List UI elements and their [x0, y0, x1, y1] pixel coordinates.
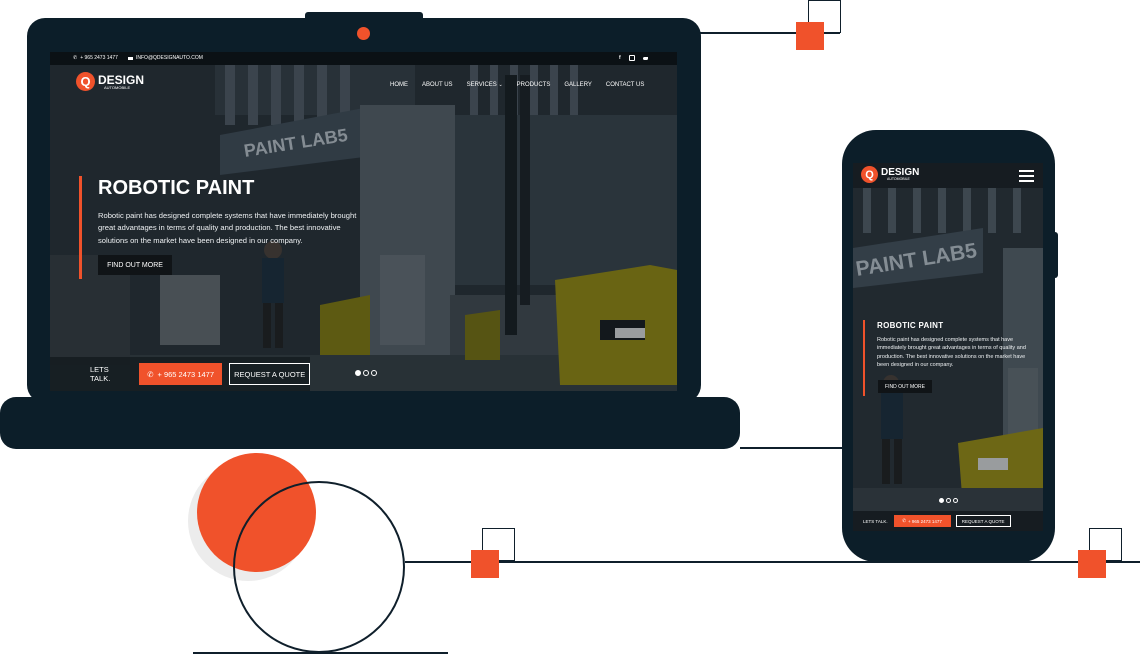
nav-products[interactable]: PRODUCTS: [517, 82, 551, 88]
mail-icon: [128, 56, 133, 60]
nav-gallery[interactable]: GALLERY: [564, 82, 592, 88]
phone-logo-subtitle: AUTOMOBILE: [887, 176, 910, 181]
phone-hero-description: Robotic paint has designed complete syst…: [877, 337, 1026, 368]
orange-square-bottom-right: [1078, 550, 1106, 578]
connector-line-middle: [740, 447, 843, 449]
logo-name: DESIGN: [98, 72, 145, 87]
outline-circle: [233, 481, 405, 653]
phone-icon: ✆: [902, 518, 907, 523]
instagram-icon[interactable]: [628, 55, 635, 61]
slider-dots: [355, 370, 377, 376]
chevron-down-icon: ⌄: [498, 82, 503, 88]
phone-site-logo[interactable]: Q DESIGN AUTOMOBILE: [861, 166, 919, 183]
lets-talk-label: LETS TALK.: [90, 365, 111, 383]
orange-square-top: [796, 22, 824, 50]
main-nav: HOME ABOUT US SERVICES ⌄ PRODUCTS GALLER…: [390, 82, 644, 88]
phone-slider-dots: [939, 498, 958, 503]
phone-icon: ✆: [73, 55, 78, 61]
phone-icon: ✆: [147, 369, 154, 379]
find-out-more-button[interactable]: FIND OUT MORE: [98, 255, 172, 275]
slider-dot-3[interactable]: [371, 370, 377, 376]
hero-title: ROBOTIC PAINT: [98, 177, 255, 199]
orange-square-bottom-left: [471, 550, 499, 578]
phone-find-out-more-button[interactable]: FIND OUT MORE: [878, 380, 932, 393]
phone-cta-row: LETS TALK. ✆ + 965 2473 1477 REQUEST A Q…: [853, 511, 1043, 531]
request-quote-button[interactable]: REQUEST A QUOTE: [229, 363, 310, 385]
phone-slider-dot-3[interactable]: [953, 498, 958, 503]
social-icons: f: [619, 55, 648, 61]
hero-description: Robotic paint has designed complete syst…: [98, 211, 357, 245]
nav-contact-us[interactable]: CONTACT US: [606, 82, 644, 88]
hero-accent-bar: [79, 176, 82, 279]
phone-hero-accent-bar: [863, 320, 865, 396]
contact-topbar: ✆ + 965 2473 1477 INFO@QDESIGNAUTO.COM f: [50, 52, 677, 65]
laptop-base: [0, 397, 740, 449]
call-phone-button[interactable]: ✆ + 965 2473 1477: [138, 363, 223, 385]
facebook-icon[interactable]: f: [619, 55, 621, 61]
nav-services[interactable]: SERVICES ⌄: [467, 82, 503, 88]
phone-call-button[interactable]: ✆ + 965 2473 1477: [893, 515, 951, 527]
site-logo[interactable]: Q DESIGN AUTOMOBILE: [76, 72, 144, 91]
logo-q-icon: Q: [76, 72, 95, 91]
connector-line-bottom: [405, 561, 1140, 563]
hero-background-photo: PAINT LAB5 Q DESIGN AUTOMOBILE HOME ABOU…: [50, 65, 677, 391]
nav-home[interactable]: HOME: [390, 82, 408, 88]
laptop-screen: ✆ + 965 2473 1477 INFO@QDESIGNAUTO.COM f: [50, 52, 677, 391]
phone-hero-title: ROBOTIC PAINT: [877, 321, 944, 330]
hamburger-menu-icon[interactable]: [1019, 170, 1034, 185]
phone-lets-talk-label: LETS TALK.: [863, 518, 888, 524]
phone-side-button: [1053, 232, 1058, 278]
laptop-camera-icon: [357, 27, 370, 40]
slider-dot-1[interactable]: [355, 370, 361, 376]
cta-row: LETS TALK. ✆ + 965 2473 1477 REQUEST A Q…: [50, 357, 310, 391]
slider-dot-2[interactable]: [363, 370, 369, 376]
topbar-phone[interactable]: ✆ + 965 2473 1477: [73, 55, 118, 61]
phone-slider-dot-2[interactable]: [946, 498, 951, 503]
phone-logo-q-icon: Q: [861, 166, 878, 183]
ground-line: [193, 652, 448, 654]
twitter-icon[interactable]: [642, 56, 648, 60]
phone-screen: Q DESIGN AUTOMOBILE PAINT LAB5 ROBOTIC P…: [853, 163, 1043, 531]
phone-slider-dot-1[interactable]: [939, 498, 944, 503]
phone-request-quote-button[interactable]: REQUEST A QUOTE: [955, 515, 1011, 527]
nav-about-us[interactable]: ABOUT US: [422, 82, 453, 88]
topbar-email[interactable]: INFO@QDESIGNAUTO.COM: [128, 55, 203, 61]
